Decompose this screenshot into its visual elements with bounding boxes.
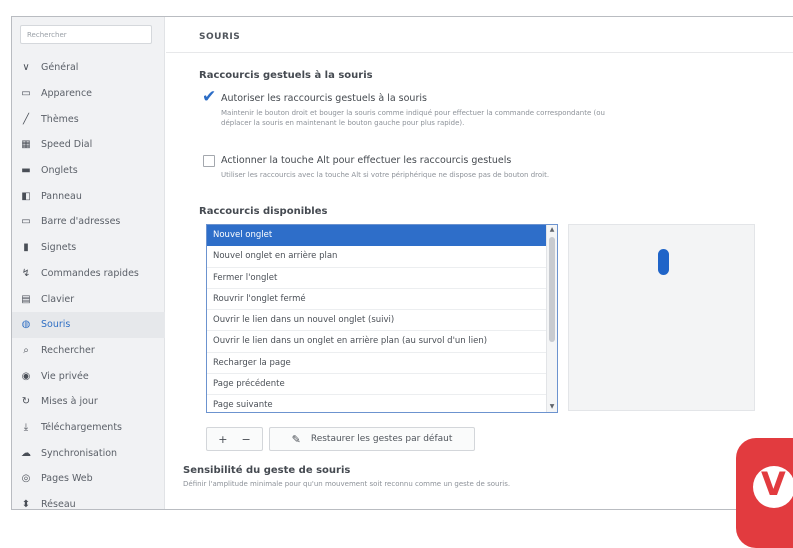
bookmark-icon: ▮: [23, 242, 29, 254]
sidebar-item-rechercher[interactable]: ⌕ Rechercher: [12, 338, 165, 364]
sidebar-item-clavier[interactable]: ▤ Clavier: [12, 286, 165, 312]
sidebar-item-label: Réseau: [41, 499, 76, 510]
sidebar-item-label: Onglets: [41, 165, 78, 177]
reset-gestures-button[interactable]: ✎ Restaurer les gestes par défaut: [269, 427, 475, 451]
sidebar-item-label: Clavier: [41, 293, 75, 305]
sidebar-item-souris[interactable]: ◍ Souris: [12, 311, 165, 338]
gestures-section-title: Raccourcis gestuels à la souris: [199, 70, 373, 81]
update-icon: ↻: [21, 396, 31, 408]
scroll-thumb[interactable]: [549, 237, 555, 342]
page-title: SOURIS: [199, 32, 241, 42]
brush-icon: ╱: [22, 113, 30, 125]
sidebar-item-label: Thèmes: [41, 113, 79, 125]
scroll-down-arrow-icon[interactable]: ▼: [547, 402, 557, 412]
sidebar: Rechercher ∨ Général ▭ Apparence ╱ Thèmes ▦…: [12, 17, 165, 509]
keyboard-icon: ▤: [21, 293, 31, 305]
list-item[interactable]: Nouvel onglet: [207, 225, 547, 247]
sidebar-item-label: Souris: [41, 319, 71, 331]
gesture-preview: [568, 224, 755, 411]
settings-content: SOURIS Raccourcis gestuels à la souris ✔…: [166, 17, 793, 509]
sensitivity-section-title: Sensibilité du geste de souris: [183, 465, 351, 476]
panel-icon: ◧: [21, 190, 31, 202]
chevron-v-icon: ∨: [22, 62, 30, 74]
allow-gestures-description: Maintenir le bouton droit et bouger la s…: [221, 109, 605, 127]
pencil-icon[interactable]: ✎: [292, 433, 301, 446]
list-item[interactable]: Rouvrir l'onglet fermé: [207, 289, 547, 311]
sidebar-item-label: Panneau: [41, 190, 82, 202]
sidebar-nav: ∨ Général ▭ Apparence ╱ Thèmes ▦ Speed Dial …: [12, 55, 165, 510]
sensitivity-description: Définir l'amplitude minimale pour qu'un …: [183, 480, 511, 488]
settings-window: Rechercher ∨ Général ▭ Apparence ╱ Thèmes ▦…: [11, 16, 793, 510]
list-item[interactable]: Recharger la page: [207, 353, 547, 375]
list-item[interactable]: Nouvel onglet en arrière plan: [207, 246, 547, 268]
sidebar-item-reseau[interactable]: ⬍ Réseau: [12, 492, 165, 510]
sidebar-item-barre-adresses[interactable]: ▭ Barre d'adresses: [12, 209, 165, 235]
list-item[interactable]: Fermer l'onglet: [207, 268, 547, 289]
sidebar-item-label: Speed Dial: [41, 139, 93, 151]
reset-gestures-label: Restaurer les gestes par défaut: [310, 434, 453, 444]
allow-gestures-checkbox[interactable]: ✔: [202, 87, 216, 107]
available-gestures-title: Raccourcis disponibles: [199, 206, 328, 217]
list-item[interactable]: Ouvrir le lien dans un nouvel onglet (su…: [207, 310, 547, 332]
mouse-icon: ◍: [21, 319, 31, 331]
network-icon: ⬍: [21, 499, 31, 510]
search-icon: ⌕: [23, 344, 29, 356]
sidebar-item-mises-a-jour[interactable]: ↻ Mises à jour: [12, 389, 165, 415]
search-input[interactable]: Rechercher: [20, 25, 152, 44]
download-icon: ⤓: [23, 421, 29, 433]
cloud-icon: ☁: [21, 447, 31, 459]
gesture-toolbar: + − ✎ Restaurer les gestes par défaut: [206, 427, 475, 451]
sidebar-item-label: Apparence: [41, 88, 93, 100]
list-item[interactable]: Page suivante: [207, 395, 547, 412]
brand-badge: V: [736, 438, 793, 548]
sidebar-item-apparence[interactable]: ▭ Apparence: [12, 81, 165, 107]
list-scrollbar[interactable]: ▲ ▼: [546, 225, 557, 412]
sidebar-item-label: Rechercher: [41, 344, 95, 356]
add-button[interactable]: +: [218, 433, 227, 446]
sidebar-item-label: Commandes rapides: [41, 267, 139, 279]
sidebar-item-themes[interactable]: ╱ Thèmes: [12, 106, 165, 132]
list-item[interactable]: Page précédente: [207, 374, 547, 396]
alt-key-description: Utiliser les raccourcis avec la touche A…: [221, 171, 550, 179]
sidebar-item-vie-privee[interactable]: ◉ Vie privée: [12, 363, 165, 389]
sidebar-item-label: Téléchargements: [41, 421, 122, 433]
quick-commands-icon: ↯: [21, 267, 31, 279]
sidebar-item-label: Barre d'adresses: [41, 216, 121, 228]
sidebar-item-general[interactable]: ∨ Général: [12, 55, 165, 81]
checkmark-icon: ✔: [202, 87, 217, 107]
remove-button[interactable]: −: [242, 433, 251, 446]
alt-key-label: Actionner la touche Alt pour effectuer l…: [221, 155, 512, 166]
address-bar-icon: ▭: [21, 216, 31, 228]
sidebar-item-onglets[interactable]: ▬ Onglets: [12, 158, 165, 184]
list-item[interactable]: Ouvrir le lien dans un onglet en arrière…: [207, 331, 547, 353]
sidebar-item-label: Vie privée: [41, 370, 89, 382]
allow-gestures-label: Autoriser les raccourcis gestuels à la s…: [221, 93, 427, 104]
gesture-stroke-icon: [658, 249, 669, 275]
alt-key-checkbox[interactable]: [203, 155, 215, 167]
tabs-icon: ▬: [21, 165, 31, 177]
privacy-icon: ◉: [21, 370, 31, 382]
sidebar-item-pages-web[interactable]: ◎ Pages Web: [12, 466, 165, 492]
sidebar-item-speed-dial[interactable]: ▦ Speed Dial: [12, 132, 165, 158]
web-icon: ◎: [21, 473, 31, 485]
gesture-list[interactable]: Nouvel onglet Nouvel onglet en arrière p…: [206, 224, 558, 413]
scroll-up-arrow-icon[interactable]: ▲: [547, 225, 557, 235]
grid-icon: ▦: [21, 139, 31, 151]
add-remove-group: + −: [206, 427, 263, 451]
sidebar-item-label: Signets: [41, 242, 77, 254]
logo-letter-icon: V: [761, 465, 786, 503]
sidebar-item-signets[interactable]: ▮ Signets: [12, 235, 165, 261]
sidebar-item-label: Général: [41, 62, 79, 74]
folder-icon: ▭: [21, 88, 31, 100]
sidebar-item-label: Synchronisation: [41, 447, 118, 459]
sidebar-item-commandes-rapides[interactable]: ↯ Commandes rapides: [12, 261, 165, 287]
sidebar-item-label: Mises à jour: [41, 396, 98, 408]
title-divider: [166, 52, 793, 53]
sidebar-item-label: Pages Web: [41, 473, 93, 485]
sidebar-item-telechargements[interactable]: ⤓ Téléchargements: [12, 415, 165, 441]
sidebar-item-panneau[interactable]: ◧ Panneau: [12, 183, 165, 209]
sidebar-item-synchronisation[interactable]: ☁ Synchronisation: [12, 440, 165, 466]
